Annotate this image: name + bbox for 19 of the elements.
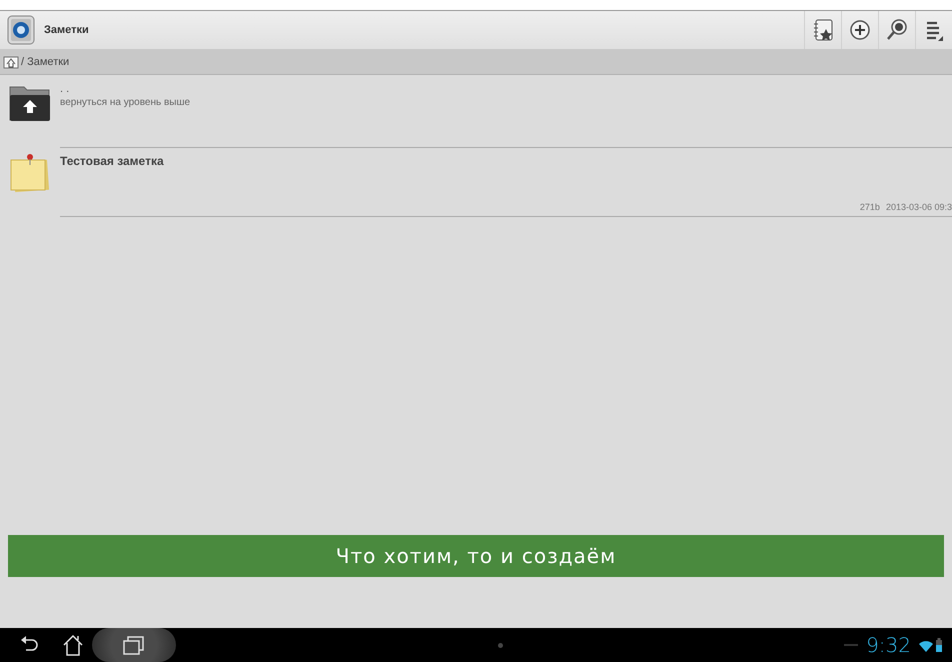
app-title: Заметки xyxy=(44,24,90,36)
battery-icon xyxy=(936,638,942,652)
wifi-icon xyxy=(919,640,933,652)
modified-date: 2013-03-06 09:3 xyxy=(886,202,952,212)
clock-time: 9:32 xyxy=(866,633,911,657)
file-size: 271b xyxy=(860,202,880,212)
back-icon[interactable] xyxy=(20,636,40,654)
app-icon[interactable] xyxy=(7,15,35,45)
status-dash xyxy=(844,644,858,646)
note-title[interactable]: Тестовая заметка xyxy=(60,154,952,168)
recent-apps-button[interactable] xyxy=(92,628,176,662)
notification-dot xyxy=(498,642,503,648)
parent-folder-label: вернуться на уровень выше xyxy=(60,97,192,108)
home-folder-icon[interactable] xyxy=(3,54,19,68)
caption-text: Что хотим, то и создаём xyxy=(336,544,616,568)
home-icon[interactable] xyxy=(62,634,84,656)
recent-apps-icon xyxy=(123,635,145,655)
parent-dots[interactable]: . . xyxy=(60,83,952,95)
breadcrumb-path[interactable]: / Заметки xyxy=(21,56,70,68)
